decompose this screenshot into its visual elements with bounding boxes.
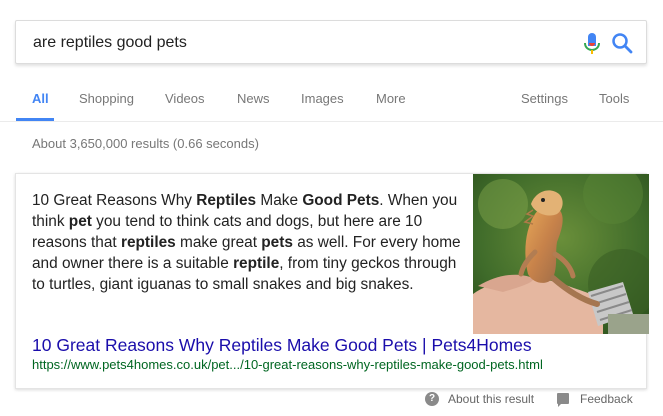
snippet-bold-term: reptile: [233, 255, 280, 272]
about-this-result-link[interactable]: About this result: [448, 392, 534, 406]
active-tab-indicator: [16, 118, 54, 121]
snippet-bold-term: Good Pets: [302, 192, 380, 209]
question-icon[interactable]: ?: [425, 392, 439, 406]
tab-tools[interactable]: Tools: [599, 91, 629, 106]
tab-all[interactable]: All: [32, 91, 49, 106]
search-box[interactable]: are reptiles good pets: [15, 20, 647, 64]
snippet-bold-term: pet: [68, 213, 92, 230]
search-icon[interactable]: [610, 31, 634, 55]
snippet-bold-term: Reptiles: [196, 192, 257, 209]
result-url: https://www.pets4homes.co.uk/pet.../10-g…: [32, 357, 543, 372]
feedback-icon[interactable]: [557, 393, 569, 407]
featured-snippet-card: 10 Great Reasons Why Reptiles Make Good …: [15, 173, 649, 389]
snippet-text: 10 Great Reasons Why Reptiles Make Good …: [32, 190, 462, 295]
search-tabs: All Shopping Videos News Images More Set…: [0, 84, 663, 122]
tab-shopping[interactable]: Shopping: [79, 91, 134, 106]
tab-more[interactable]: More: [376, 91, 406, 106]
tab-images[interactable]: Images: [301, 91, 344, 106]
snippet-bold-term: pets: [261, 234, 293, 251]
snippet-text-segment: Make: [256, 192, 303, 209]
bearded-dragon-image[interactable]: [473, 174, 649, 334]
snippet-text-segment: make great: [175, 234, 262, 251]
result-title-link[interactable]: 10 Great Reasons Why Reptiles Make Good …: [32, 335, 532, 356]
snippet-text-segment: 10 Great Reasons Why: [32, 192, 197, 209]
search-input[interactable]: are reptiles good pets: [33, 34, 187, 52]
tab-settings[interactable]: Settings: [521, 91, 568, 106]
snippet-bold-term: reptiles: [120, 234, 176, 251]
microphone-icon[interactable]: [583, 32, 601, 56]
tab-news[interactable]: News: [237, 91, 270, 106]
result-stats: About 3,650,000 results (0.66 seconds): [32, 136, 259, 151]
feedback-link[interactable]: Feedback: [580, 392, 633, 406]
tab-videos[interactable]: Videos: [165, 91, 205, 106]
